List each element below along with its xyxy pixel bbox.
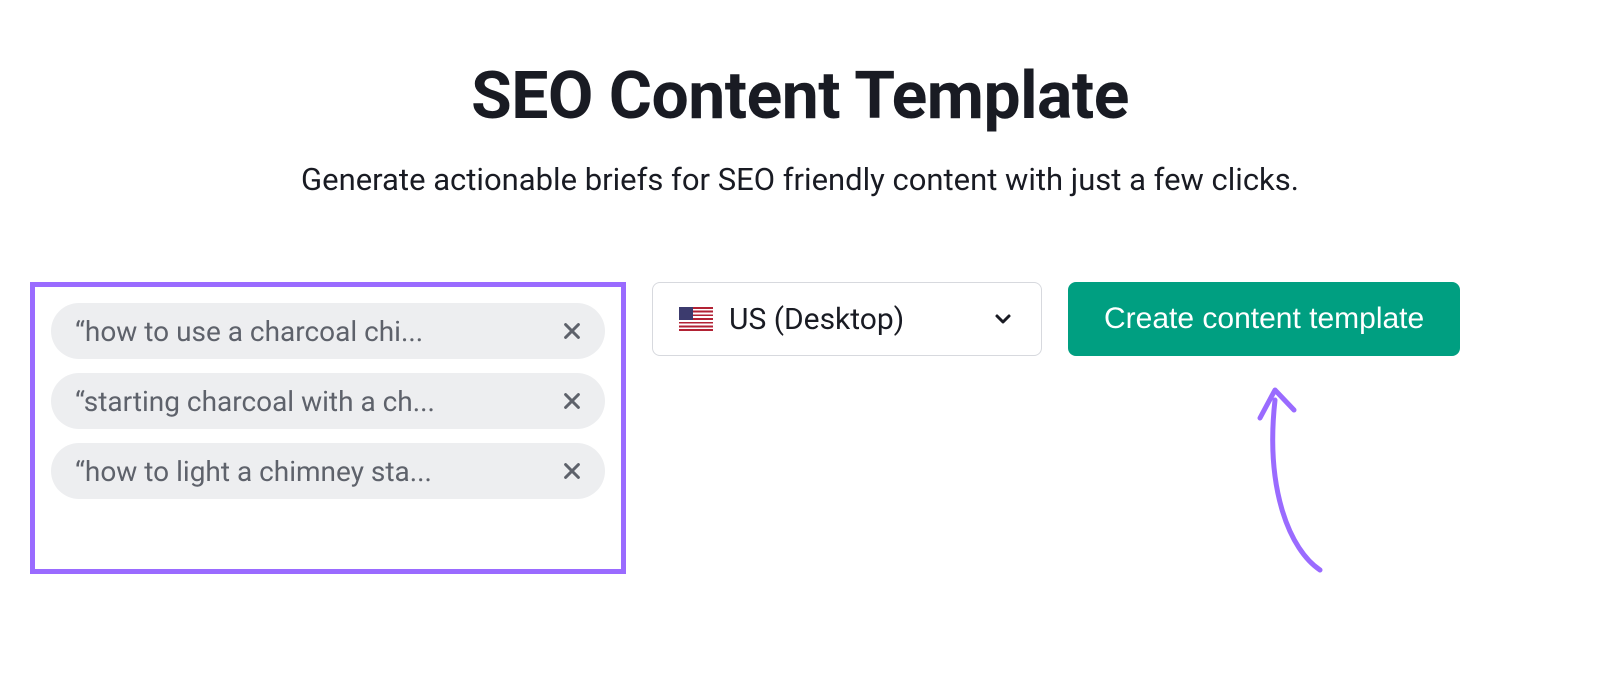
close-icon[interactable] bbox=[559, 458, 585, 484]
keyword-chip: “starting charcoal with a ch... bbox=[51, 373, 605, 429]
locale-label: US (Desktop) bbox=[729, 302, 975, 337]
keyword-chip-label: “starting charcoal with a ch... bbox=[75, 385, 547, 418]
create-content-template-button[interactable]: Create content template bbox=[1068, 282, 1460, 356]
page-subtitle: Generate actionable briefs for SEO frien… bbox=[0, 161, 1600, 198]
keyword-chip-label: “how to use a charcoal chi... bbox=[75, 315, 547, 348]
keywords-input-box[interactable]: “how to use a charcoal chi... “starting … bbox=[30, 282, 626, 574]
page-title: SEO Content Template bbox=[0, 58, 1600, 135]
locale-dropdown[interactable]: US (Desktop) bbox=[652, 282, 1042, 356]
close-icon[interactable] bbox=[559, 318, 585, 344]
keyword-chip: “how to light a chimney sta... bbox=[51, 443, 605, 499]
keyword-chip-label: “how to light a chimney sta... bbox=[75, 455, 547, 488]
us-flag-icon bbox=[679, 307, 713, 331]
controls-row: “how to use a charcoal chi... “starting … bbox=[0, 282, 1600, 574]
chevron-down-icon bbox=[991, 307, 1015, 331]
keyword-chip: “how to use a charcoal chi... bbox=[51, 303, 605, 359]
close-icon[interactable] bbox=[559, 388, 585, 414]
page-container: SEO Content Template Generate actionable… bbox=[0, 0, 1600, 574]
